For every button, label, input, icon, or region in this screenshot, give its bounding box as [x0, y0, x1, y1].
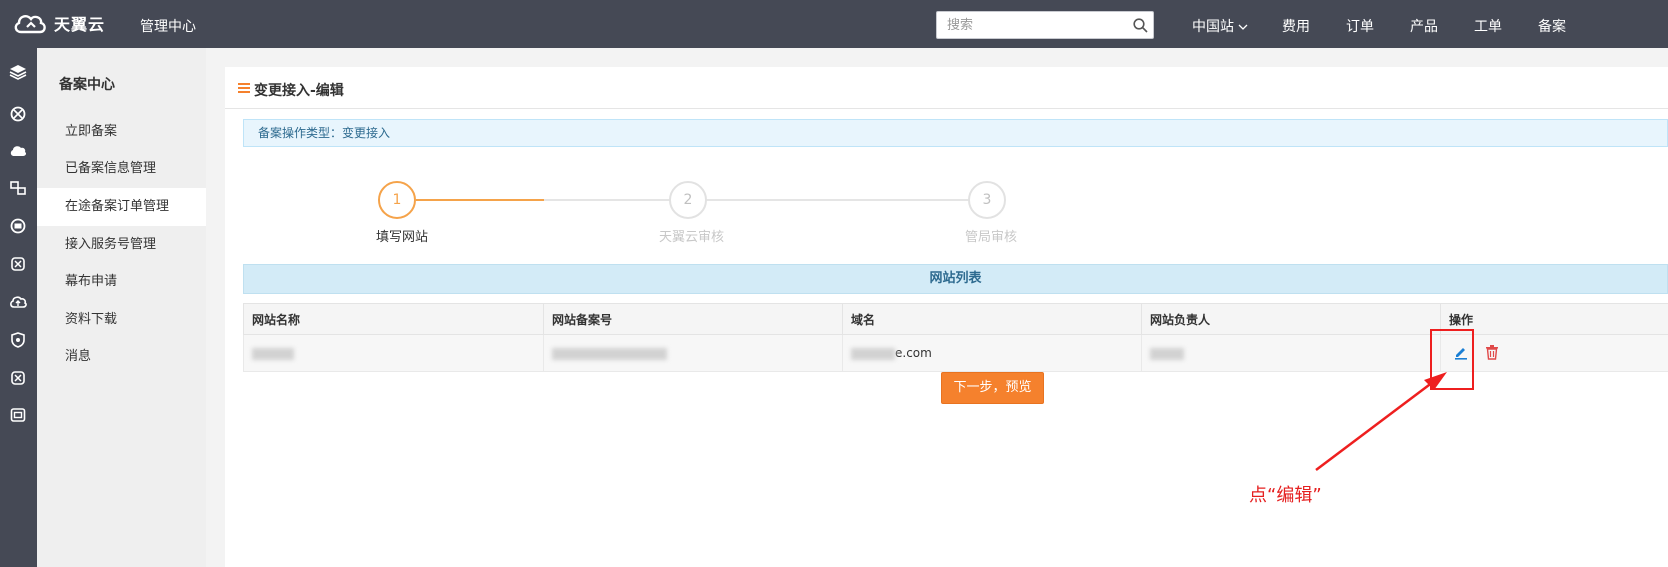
column-header: 网站名称 [243, 303, 544, 335]
owner-cell [1141, 334, 1441, 372]
delete-icon[interactable] [1485, 344, 1499, 363]
sidebar-item-messages[interactable]: 消息 [37, 338, 206, 376]
menu-icon [238, 83, 250, 93]
search-box [936, 11, 1154, 39]
network-icon[interactable] [6, 102, 30, 126]
database-icon[interactable] [6, 214, 30, 238]
panel-header: 变更接入-编辑 [225, 67, 1668, 109]
step-progress-line [416, 199, 544, 201]
icp-sidebar: 备案中心 立即备案 已备案信息管理 在途备案订单管理 接入服务号管理 幕布申请 … [37, 48, 206, 567]
filing-number-cell [543, 334, 843, 372]
filing-type-notice: 备案操作类型：变更接入 [243, 119, 1668, 147]
icon-rail [0, 48, 37, 567]
storage-icon[interactable] [6, 176, 30, 200]
step-2-circle: 2 [669, 181, 707, 219]
chevron-down-icon [1238, 24, 1248, 30]
connect-icon[interactable] [6, 366, 30, 390]
next-preview-button[interactable]: 下一步，预览 [941, 372, 1044, 404]
nav-tickets[interactable]: 工单 [1474, 16, 1502, 36]
cloud-icon[interactable] [6, 139, 30, 163]
sidebar-item-in-progress-orders[interactable]: 在途备案订单管理 [37, 188, 206, 226]
cloud-upload-icon[interactable] [6, 290, 30, 314]
column-header: 域名 [842, 303, 1142, 335]
nav-products[interactable]: 产品 [1410, 16, 1438, 36]
step-3-label: 管局审核 [965, 230, 1018, 245]
step-line [544, 199, 670, 201]
top-bar: 天翼云 管理中心 中国站 费用 订单 产品 工单 备案 [0, 0, 1668, 48]
column-header: 网站备案号 [543, 303, 843, 335]
console-title[interactable]: 管理中心 [140, 16, 196, 36]
layers-icon[interactable] [6, 60, 30, 84]
shield-icon[interactable] [6, 328, 30, 352]
nav-orders[interactable]: 订单 [1346, 16, 1374, 36]
step-1-label: 填写网站 [376, 230, 429, 245]
actions-cell [1440, 334, 1668, 372]
brand-name: 天翼云 [54, 15, 106, 34]
step-2-label: 天翼云审核 [659, 230, 725, 245]
sidebar-item-access-service[interactable]: 接入服务号管理 [37, 226, 206, 264]
nav-billing[interactable]: 费用 [1282, 16, 1310, 36]
domain-cell: e.com [842, 334, 1142, 372]
website-list-title: 网站列表 [243, 264, 1668, 294]
page-title: 变更接入-编辑 [254, 83, 344, 99]
link-icon[interactable] [6, 252, 30, 276]
nav-china-site[interactable]: 中国站 [1192, 16, 1248, 36]
search-input[interactable] [937, 12, 1127, 38]
column-header: 操作 [1440, 303, 1668, 335]
search-icon[interactable] [1127, 17, 1153, 33]
brand-logo[interactable]: 天翼云 [12, 10, 105, 36]
step-3-circle: 3 [968, 181, 1006, 219]
website-name-cell [243, 334, 544, 372]
column-header: 网站负责人 [1141, 303, 1441, 335]
sidebar-item-backdrop-request[interactable]: 幕布申请 [37, 263, 206, 301]
sidebar-item-filed-info[interactable]: 已备案信息管理 [37, 150, 206, 188]
sidebar-item-downloads[interactable]: 资料下载 [37, 301, 206, 339]
annotation-text: 点“编辑” [1249, 485, 1322, 506]
annotation-highlight-box [1430, 329, 1474, 390]
step-1-circle: 1 [378, 181, 416, 219]
monitor-icon[interactable] [6, 403, 30, 427]
sidebar-item-file-now[interactable]: 立即备案 [37, 113, 206, 151]
step-line [706, 199, 969, 201]
cloud-logo-icon [14, 15, 46, 34]
sidebar-title: 备案中心 [59, 77, 115, 93]
domain-text: e.com [895, 346, 932, 360]
nav-icp-filing[interactable]: 备案 [1538, 16, 1566, 36]
